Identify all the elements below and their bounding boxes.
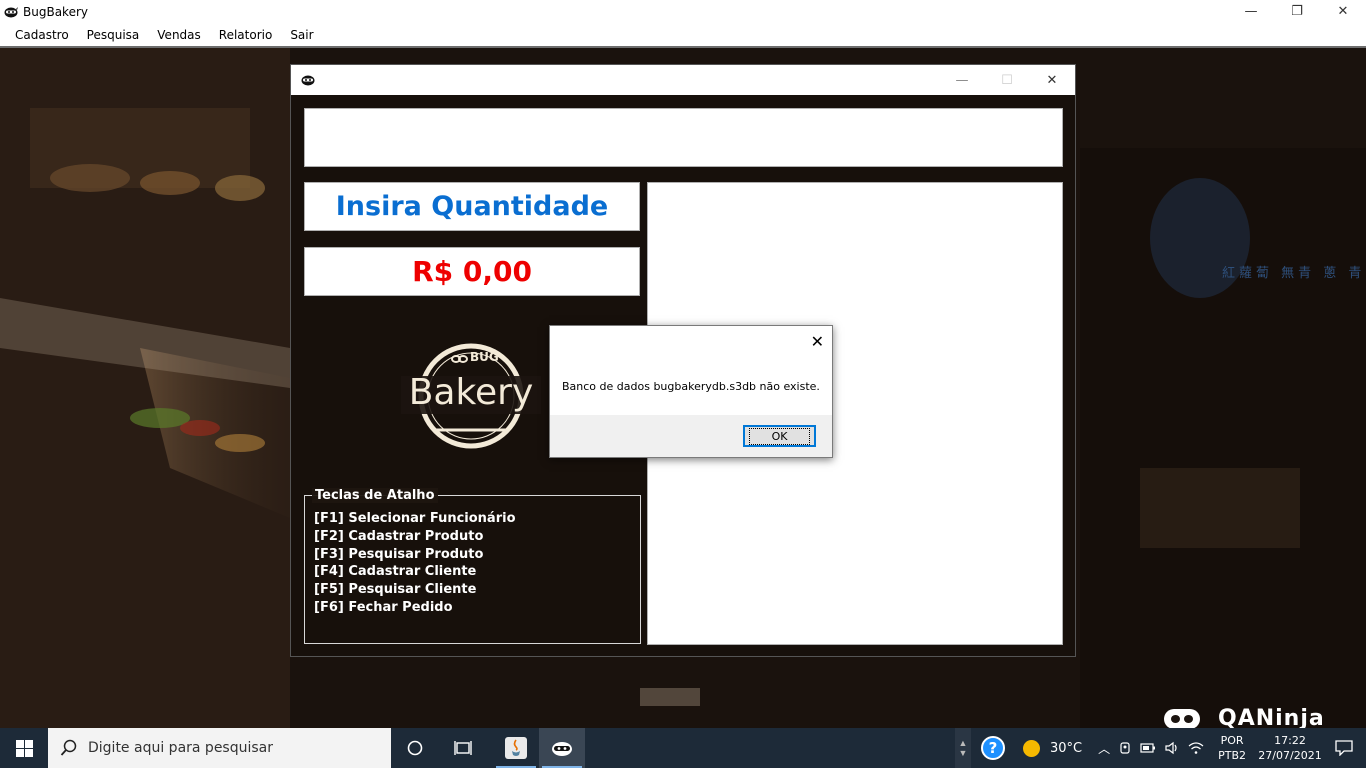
product-code-input[interactable]: [304, 108, 1063, 167]
menu-cadastro[interactable]: Cadastro: [6, 28, 78, 42]
language-text: POR: [1220, 734, 1244, 747]
shortcut-f3: [F3] Pesquisar Produto: [314, 546, 484, 562]
taskbar-search-box[interactable]: Digite aqui para pesquisar: [48, 728, 391, 768]
clock[interactable]: 17:22 27/07/2021: [1258, 733, 1322, 763]
notification-center-button[interactable]: [1322, 728, 1366, 768]
ninja-app-icon: [301, 75, 315, 86]
temperature-text: 30°C: [1049, 740, 1083, 756]
help-icon[interactable]: ?: [980, 736, 1005, 760]
shortcut-f1: [F1] Selecionar Funcionário: [314, 511, 516, 526]
shortcut-f5: [F5] Pesquisar Cliente: [314, 582, 477, 598]
menu-bar: Cadastro Pesquisa Vendas Relatorio Sair: [0, 23, 1366, 46]
wifi-icon[interactable]: [1188, 741, 1204, 755]
notification-icon: [1335, 740, 1353, 756]
close-button[interactable]: ✕: [1320, 0, 1366, 23]
task-view-icon: [454, 741, 472, 755]
cortana-circle-icon: [407, 740, 423, 756]
show-hidden-icons-icon[interactable]: ︿: [1098, 740, 1110, 757]
search-placeholder: Digite aqui para pesquisar: [88, 740, 274, 756]
dialog-footer: OK: [550, 415, 832, 457]
taskbar-bugbakery-app[interactable]: [539, 728, 585, 768]
bugbakery-logo: BUG Bakery: [396, 340, 546, 452]
menu-relatorio[interactable]: Relatorio: [210, 28, 282, 42]
windows-logo-icon: [15, 739, 33, 757]
chevron-up-icon: ▲: [958, 738, 968, 748]
error-message-dialog: ✕ Banco de dados bugbakerydb.s3db não ex…: [549, 325, 833, 458]
taskbar-scroll-control[interactable]: ▲ ▼: [954, 728, 971, 768]
ok-button[interactable]: OK: [743, 425, 816, 447]
restore-button[interactable]: ❐: [1274, 0, 1320, 23]
menu-sair[interactable]: Sair: [281, 28, 322, 42]
window-title: BugBakery: [23, 4, 88, 19]
child-maximize-button[interactable]: ☐: [984, 65, 1030, 95]
ninja-app-icon: [552, 742, 572, 756]
ninja-mask-icon: [1164, 708, 1200, 728]
sales-form-title-bar: — ☐ ✕: [291, 65, 1075, 95]
ok-button-label: OK: [748, 427, 811, 445]
child-close-button[interactable]: ✕: [1029, 65, 1075, 95]
shortcut-f4: [F4] Cadastrar Cliente: [314, 564, 477, 580]
language-indicator[interactable]: POR PTB2: [1218, 733, 1246, 763]
qaninja-brand: QANinja: [1218, 706, 1325, 728]
minimize-button[interactable]: —: [1228, 0, 1274, 23]
shortcut-f6: [F6] Fechar Pedido: [314, 599, 453, 615]
shortcuts-list: [F1] Selecionar Funcionário [F2] Cadastr…: [314, 510, 516, 617]
menu-pesquisa[interactable]: Pesquisa: [78, 28, 149, 42]
volume-icon[interactable]: [1164, 741, 1180, 755]
shortcuts-legend: Teclas de Atalho: [312, 488, 438, 503]
ninja-app-icon: [4, 6, 18, 17]
taskbar: Digite aqui para pesquisar ▲ ▼ ? 30°C ︿ …: [0, 728, 1366, 768]
search-icon: [60, 739, 77, 756]
main-title-bar: BugBakery — ❐ ✕: [0, 0, 1366, 23]
battery-icon[interactable]: [1140, 742, 1156, 754]
taskbar-java-app[interactable]: [493, 728, 539, 768]
child-minimize-button[interactable]: —: [939, 65, 985, 95]
clock-time: 17:22: [1274, 734, 1306, 747]
meet-now-icon[interactable]: [1118, 741, 1132, 755]
java-icon: [505, 737, 527, 759]
sun-icon: [1022, 739, 1040, 757]
dialog-close-button[interactable]: ✕: [811, 332, 824, 351]
clock-date: 27/07/2021: [1258, 749, 1322, 762]
store-sign-text: 紅蘿蔔 無青 蔥 青: [1222, 266, 1366, 281]
cortana-button[interactable]: [391, 728, 439, 768]
task-view-button[interactable]: [439, 728, 487, 768]
menu-vendas[interactable]: Vendas: [148, 28, 210, 42]
logo-small-text: BUG: [470, 350, 499, 364]
qaninja-watermark: QANinja: [1164, 706, 1325, 728]
quantity-label: Insira Quantidade: [304, 182, 640, 231]
window-controls: — ❐ ✕: [1228, 0, 1366, 23]
shortcuts-groupbox: Teclas de Atalho [F1] Selecionar Funcion…: [304, 488, 641, 644]
tray-icons: ︿: [1094, 740, 1208, 757]
chevron-down-icon: ▼: [958, 748, 968, 758]
start-button[interactable]: [0, 728, 48, 768]
system-tray: ▲ ▼ ? 30°C ︿ POR PTB2 17:22 27/07/2021: [954, 728, 1366, 768]
total-price-display: R$ 0,00: [304, 247, 640, 296]
dialog-message: Banco de dados bugbakerydb.s3db não exis…: [562, 380, 820, 393]
logo-main-text: Bakery: [408, 372, 534, 413]
shortcut-f2: [F2] Cadastrar Produto: [314, 528, 484, 544]
weather-widget[interactable]: 30°C: [1022, 739, 1083, 757]
keyboard-layout-text: PTB2: [1218, 749, 1246, 762]
